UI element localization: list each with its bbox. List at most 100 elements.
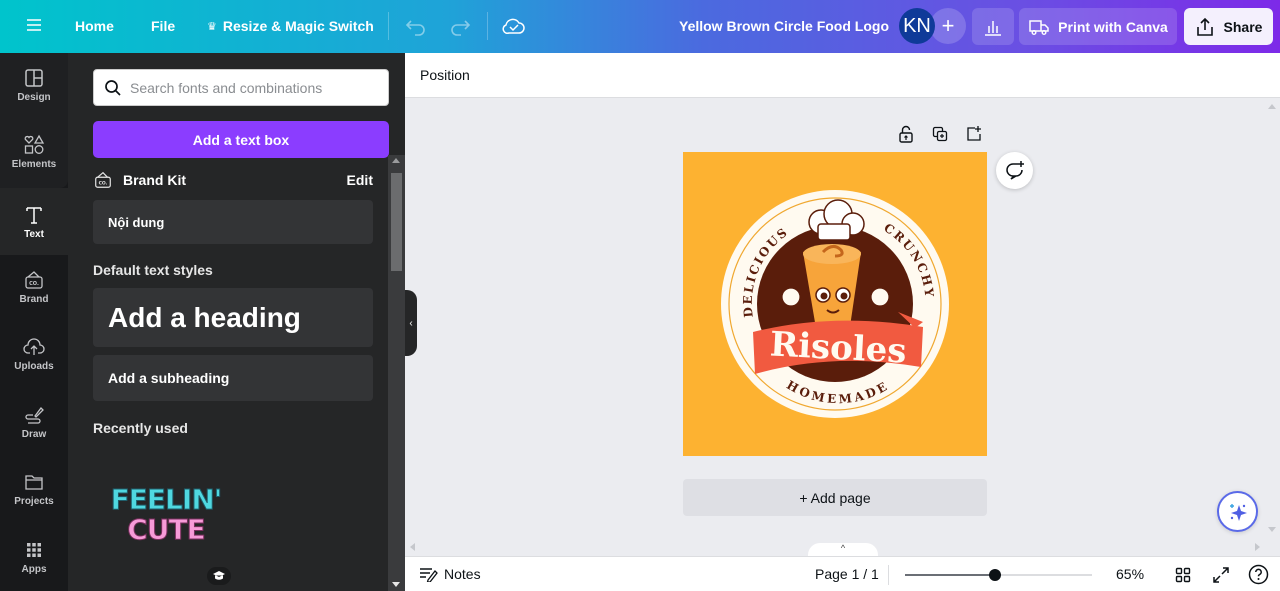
magic-assistant-button[interactable]	[1217, 491, 1258, 532]
svg-text:CO.: CO.	[99, 181, 108, 187]
position-button[interactable]: Position	[420, 67, 470, 83]
unlock-icon	[899, 125, 913, 143]
recently-used-label: Recently used	[93, 420, 188, 436]
zoom-slider[interactable]	[905, 569, 1092, 581]
folder-icon	[25, 475, 43, 490]
plus-icon: +	[941, 13, 955, 38]
rail-label: Text	[24, 228, 44, 240]
rail-label: Design	[17, 92, 51, 103]
rail-item-projects[interactable]: Projects	[0, 457, 68, 521]
chevron-up-icon: ^	[840, 543, 846, 553]
canvas-scroll-down-arrow[interactable]	[1268, 527, 1276, 532]
add-heading-button[interactable]: Add a heading	[93, 288, 373, 347]
grid-view-icon	[1175, 567, 1191, 583]
document-title[interactable]: Yellow Brown Circle Food Logo	[679, 18, 889, 34]
risoles-logo[interactable]: DELICIOUS CRUNCHY HOMEMADE Risoles	[683, 152, 987, 456]
duplicate-page-button[interactable]	[932, 126, 948, 147]
rail-label: Uploads	[14, 361, 54, 372]
banner-text-risoles: Risoles	[769, 324, 908, 371]
show-pages-tab[interactable]: ^	[808, 543, 878, 557]
rail-item-apps[interactable]: Apps	[0, 525, 68, 589]
add-page-icon-button[interactable]	[966, 125, 982, 147]
rail-item-brand[interactable]: CO. Brand	[0, 255, 68, 319]
bottom-bar: Notes Page 1 / 1 65%	[405, 556, 1280, 591]
brand-text-style-item[interactable]: Nội dung	[93, 200, 373, 244]
help-icon	[1248, 564, 1269, 585]
scroll-down-arrow[interactable]	[392, 582, 400, 587]
chevron-left-icon: ‹	[409, 317, 413, 329]
main-menu-button[interactable]	[25, 16, 43, 34]
default-text-styles-label: Default text styles	[93, 262, 213, 278]
recent-template-line1: FEELIN'	[110, 483, 223, 516]
scroll-thumb[interactable]	[391, 173, 402, 271]
share-label: Share	[1223, 18, 1263, 35]
rail-item-elements[interactable]: Elements	[0, 120, 68, 184]
truck-icon	[1029, 19, 1049, 35]
divider	[388, 12, 389, 40]
right-thumb	[870, 287, 890, 307]
redo-button[interactable]	[449, 16, 471, 36]
learn-icon-button[interactable]	[207, 567, 231, 585]
collapse-panel-button[interactable]: ‹	[405, 290, 417, 356]
add-comment-button[interactable]	[996, 152, 1033, 189]
rail-item-draw[interactable]: Draw	[0, 390, 68, 454]
zoom-percent-button[interactable]: 65%	[1116, 566, 1144, 582]
canvas-scroll-right-arrow[interactable]	[1255, 543, 1260, 551]
redo-icon	[451, 20, 471, 36]
file-menu-button[interactable]: File	[151, 18, 175, 34]
panel-scrollbar[interactable]	[388, 155, 405, 591]
brand-icon: CO.	[25, 271, 43, 289]
add-subheading-button[interactable]: Add a subheading	[93, 355, 373, 401]
grid-view-button[interactable]	[1175, 567, 1191, 583]
recent-text-template-feelin-cute[interactable]: FEELIN' CUTE	[106, 483, 226, 553]
fullscreen-button[interactable]	[1212, 566, 1230, 584]
print-label: Print with Canva	[1058, 18, 1168, 35]
resize-label: Resize & Magic Switch	[222, 18, 374, 34]
add-collaborator-button[interactable]: +	[930, 8, 966, 44]
draw-icon	[25, 407, 44, 424]
home-button[interactable]: Home	[75, 18, 114, 34]
canvas-scroll-left-arrow[interactable]	[410, 543, 415, 551]
rail-label: Brand	[19, 294, 49, 305]
text-panel: Add a text box CO. Brand Kit Edit Nội du…	[68, 53, 405, 591]
scroll-up-arrow[interactable]	[392, 158, 400, 163]
apps-grid-icon	[27, 543, 41, 557]
page-indicator-button[interactable]: Page 1 / 1	[815, 566, 879, 582]
font-search-input[interactable]	[130, 79, 370, 96]
share-button[interactable]: Share	[1184, 8, 1273, 45]
zoom-slider-knob[interactable]	[988, 569, 1001, 581]
avatar[interactable]: KN	[899, 8, 935, 44]
notes-button[interactable]: Notes	[419, 566, 481, 582]
brand-kit-header: CO. Brand Kit Edit	[93, 169, 373, 191]
font-search-field[interactable]	[93, 69, 389, 106]
rail-item-text[interactable]: Text	[0, 188, 68, 255]
context-toolbar: Position	[405, 53, 1280, 98]
svg-text:CO.: CO.	[29, 281, 39, 287]
save-status-button[interactable]	[502, 15, 526, 37]
design-page[interactable]: DELICIOUS CRUNCHY HOMEMADE Risoles	[683, 152, 987, 456]
text-icon	[26, 206, 42, 224]
add-text-box-button[interactable]: Add a text box	[93, 121, 389, 158]
lock-page-button[interactable]	[898, 125, 914, 148]
zoom-slider-fill	[905, 574, 995, 576]
hamburger-icon	[27, 19, 41, 31]
brand-kit-icon: CO.	[95, 171, 111, 188]
resize-magic-switch-button[interactable]: ♛ Resize & Magic Switch	[207, 18, 374, 34]
help-button[interactable]	[1248, 564, 1269, 585]
undo-button[interactable]	[405, 16, 427, 36]
recent-template-line2: CUTE	[127, 513, 207, 546]
bar-chart-icon	[985, 20, 1001, 36]
canvas-scroll-up-arrow[interactable]	[1268, 104, 1276, 109]
top-bar: Home File ♛ Resize & Magic Switch Yellow…	[0, 0, 1280, 53]
rail-item-uploads[interactable]: Uploads	[0, 322, 68, 386]
notes-icon	[420, 568, 438, 582]
share-icon	[1196, 17, 1213, 36]
cloud-check-icon	[502, 18, 525, 35]
add-page-button[interactable]: + Add page	[683, 479, 987, 516]
rail-item-design[interactable]: Design	[0, 53, 68, 117]
insights-button[interactable]	[972, 8, 1014, 45]
brand-kit-edit-link[interactable]: Edit	[347, 172, 373, 188]
comment-add-icon	[1005, 160, 1024, 180]
rail-label: Projects	[14, 496, 54, 507]
print-with-canva-button[interactable]: Print with Canva	[1019, 8, 1177, 45]
